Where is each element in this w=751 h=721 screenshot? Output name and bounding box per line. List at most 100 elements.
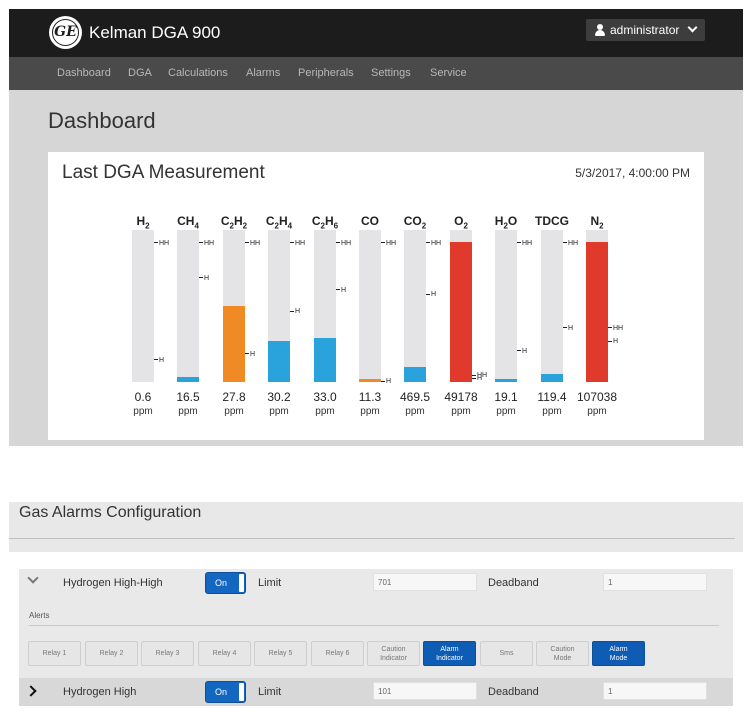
marker-label: H <box>341 286 347 294</box>
h-marker: H <box>154 357 164 365</box>
alert-chip[interactable]: Relay 3 <box>141 641 194 666</box>
nav-bar: Dashboard DGA Calculations Alarms Periph… <box>9 57 743 90</box>
alert-chip[interactable]: Caution Mode <box>536 641 589 666</box>
gas-gauge: C2H4 HH H 30.2 ppm <box>257 152 305 440</box>
toggle-label: On <box>215 687 228 697</box>
alert-chip[interactable]: Alarm Mode <box>592 641 645 666</box>
gauge-track: HH H <box>404 230 441 382</box>
gauge-track: HH H <box>223 230 260 382</box>
marker-label: H <box>613 338 619 346</box>
alarm-toggle[interactable]: On <box>205 681 246 703</box>
alert-chip[interactable]: Relay 1 <box>28 641 81 666</box>
gas-label: C2H6 <box>303 214 347 230</box>
chip-label: Relay 6 <box>325 650 350 657</box>
nav-dashboard[interactable]: Dashboard <box>57 67 111 79</box>
chip-label: Alarm <box>440 645 459 653</box>
marker-tick <box>154 359 158 361</box>
alert-chip[interactable]: Relay 2 <box>85 641 138 666</box>
app-title: Kelman DGA 900 <box>89 23 221 42</box>
limit-input[interactable]: 101 <box>373 682 477 700</box>
gas-label: C2H4 <box>257 214 301 230</box>
nav-dga[interactable]: DGA <box>128 67 152 79</box>
h-marker: H <box>608 338 618 346</box>
gas-label: TDCG <box>530 214 574 228</box>
gauge-fill <box>268 340 290 382</box>
h-marker: H <box>426 291 436 299</box>
limit-input[interactable]: 701 <box>373 573 477 591</box>
gas-gauge: C2H6 HH H 33.0 ppm <box>303 152 351 440</box>
chevron-right-icon[interactable] <box>25 685 37 697</box>
alert-chip[interactable]: Caution Indicator <box>367 641 420 666</box>
gas-unit: ppm <box>360 406 380 417</box>
chip-label: Caution <box>381 645 406 653</box>
gas-unit: ppm <box>451 406 471 417</box>
marker-tick <box>517 350 521 352</box>
gauge-track: HH H <box>132 230 169 382</box>
gauge-fill <box>495 378 517 382</box>
marker-tick <box>336 242 340 244</box>
nav-alarms[interactable]: Alarms <box>246 67 280 79</box>
alarm-row-hydrogen-high-high[interactable]: Hydrogen High-High On Limit 701 Deadband… <box>19 569 733 597</box>
gas-label-base: CO <box>403 214 422 228</box>
gas-gauge: H2 HH H 0.6 ppm <box>121 152 169 440</box>
gas-label-base: CH <box>177 214 195 228</box>
nav-settings[interactable]: Settings <box>371 67 411 79</box>
alert-chip[interactable]: Relay 6 <box>311 641 364 666</box>
alert-chip[interactable]: Sms <box>480 641 533 666</box>
h-marker: H <box>517 348 527 356</box>
gauge-fill <box>450 242 472 382</box>
marker-tick <box>381 242 385 244</box>
marker-tick <box>472 377 476 379</box>
chip-label-line2: Indicator <box>380 654 407 662</box>
gas-label-tail: H <box>279 214 288 228</box>
gas-label-base: C <box>311 214 321 228</box>
nav-peripherals[interactable]: Peripherals <box>298 67 354 79</box>
gas-label-base: H <box>136 214 146 228</box>
h-marker: H <box>472 375 482 383</box>
gas-label-base: C <box>220 214 230 228</box>
deadband-input[interactable]: 1 <box>603 573 707 591</box>
chevron-down-icon[interactable] <box>27 572 39 584</box>
h-marker: H <box>290 308 300 316</box>
nav-calculations[interactable]: Calculations <box>168 67 228 79</box>
gas-unit: ppm <box>542 406 562 417</box>
user-menu-button[interactable]: administrator <box>586 19 705 41</box>
deadband-input[interactable]: 1 <box>603 682 707 700</box>
gas-gauge: C2H2 HH H 27.8 ppm <box>212 152 260 440</box>
alert-chip[interactable]: Relay 5 <box>254 641 307 666</box>
alerts-section: Alerts Relay 1 Relay 2 Relay 3 Relay 4 Relay… <box>19 597 733 678</box>
alert-chip[interactable]: Relay 4 <box>198 641 251 666</box>
marker-tick <box>199 242 203 244</box>
gas-gauge: CO2 HH H 469.5 ppm <box>393 152 441 440</box>
gas-gauge: H2O HH H 19.1 ppm <box>484 152 532 440</box>
user-name: administrator <box>610 23 680 37</box>
chip-label: Caution <box>550 645 575 653</box>
marker-label: H <box>431 291 437 299</box>
limit-label: Limit <box>258 577 282 589</box>
alarms-header: Gas Alarms Configuration <box>9 502 743 552</box>
alerts-label: Alerts <box>29 611 50 620</box>
gauge-track: HH H <box>359 230 396 385</box>
dga-card: Last DGA Measurement 5/3/2017, 4:00:00 P… <box>48 152 704 440</box>
chip-label: Relay 1 <box>42 650 67 657</box>
gas-unit: ppm <box>315 406 335 417</box>
alarm-toggle[interactable]: On <box>205 572 246 594</box>
chip-label-line2: Indicator <box>436 654 463 662</box>
marker-tick <box>336 289 340 291</box>
marker-tick <box>563 242 567 244</box>
h-marker: H <box>199 275 209 283</box>
nav-service[interactable]: Service <box>430 67 467 79</box>
divider <box>9 538 735 539</box>
gas-label: CH4 <box>166 214 210 230</box>
marker-label: H <box>568 324 574 332</box>
gas-gauge: CO HH H 11.3 ppm <box>348 152 396 440</box>
top-bar: GE Kelman DGA 900 administrator <box>9 9 743 57</box>
marker-tick <box>381 380 385 382</box>
alert-chip[interactable]: Alarm Indicator <box>423 641 476 666</box>
chip-label: Relay 4 <box>212 650 237 657</box>
gas-label: H2 <box>121 214 165 230</box>
deadband-label: Deadband <box>488 686 539 698</box>
gauge-track: HH H <box>495 230 532 382</box>
alarm-row-hydrogen-high[interactable]: Hydrogen High On Limit 101 Deadband 1 <box>19 678 733 706</box>
gas-label-base: TDCG <box>535 214 569 228</box>
